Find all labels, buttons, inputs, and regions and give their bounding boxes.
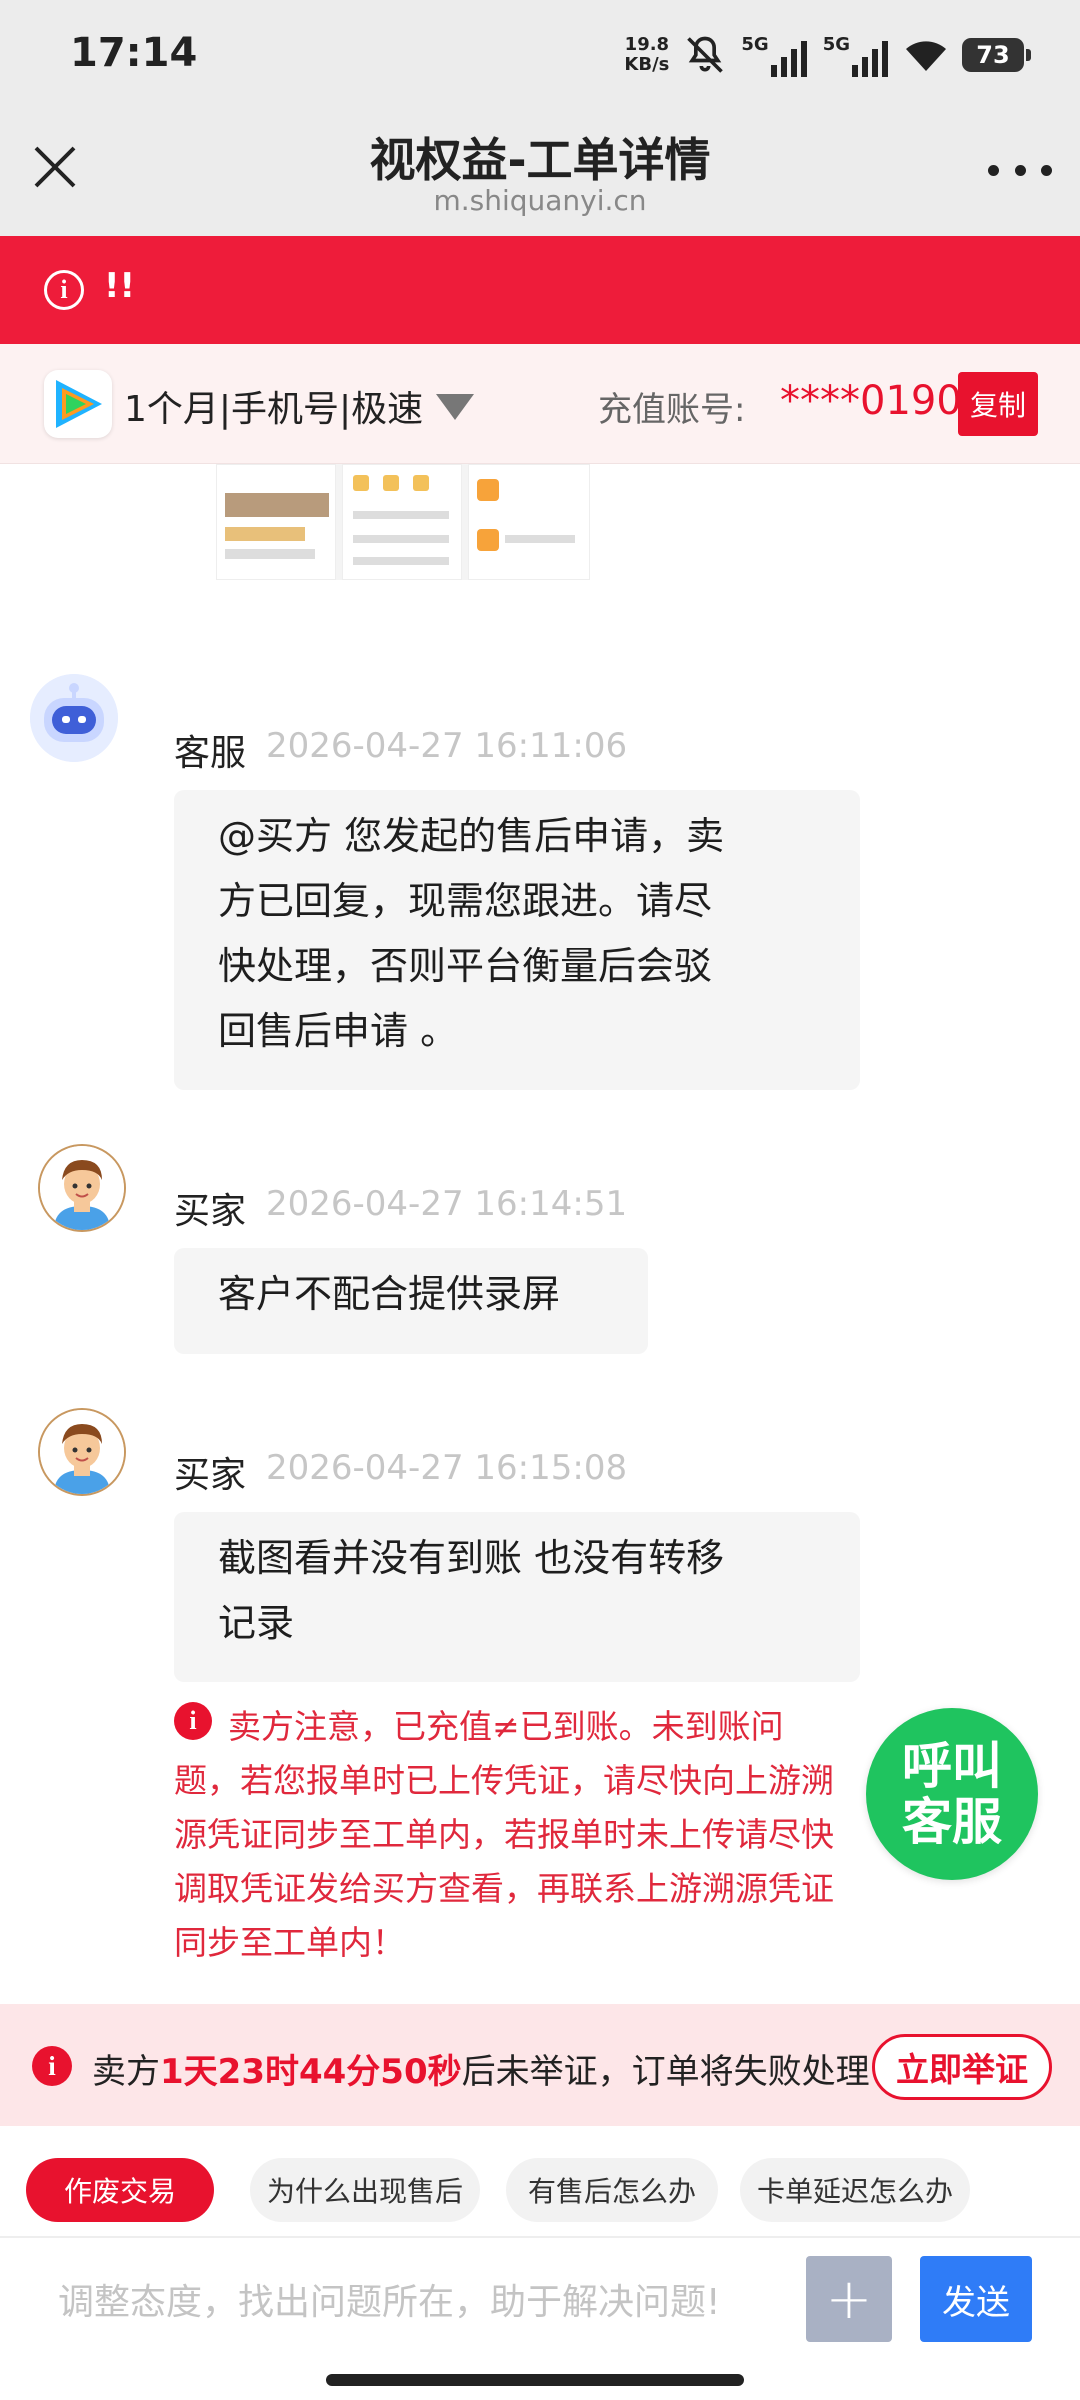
net-speed: 19.8 KB/s [624,35,669,75]
warning-icon: i [174,1702,212,1740]
warning-text: 卖方注意，已充值≠已到账。未到账问题，若您报单时已上传凭证，请尽快向上游溯源凭证… [174,1707,834,1962]
message-line: 截图看并没有到账 也没有转移 [218,1536,725,1580]
message-input[interactable] [20,2256,790,2348]
message-line: 回售后申请 。 [218,1009,459,1053]
status-time: 17:14 [70,30,198,76]
product-name[interactable]: 1个月|手机号|极速 [124,380,423,432]
title-bar: 视权益-工单详情 m.shiquanyi.cn [0,110,1080,236]
wifi-icon [906,41,946,71]
chip-delay-how[interactable]: 卡单延迟怎么办 [740,2158,970,2222]
more-menu-icon[interactable] [988,150,1052,190]
page-title: 视权益-工单详情 [369,133,711,187]
message-line: 客户不配合提供录屏 [218,1272,561,1316]
mute-bell-icon [687,36,724,73]
buyer-avatar [38,1408,126,1496]
dropdown-caret-icon[interactable] [436,394,474,420]
chip-void-trade[interactable]: 作废交易 [26,2158,214,2222]
chip-after-sale-how[interactable]: 有售后怎么办 [506,2158,718,2222]
message-input-bar: + 发送 [0,2236,1080,2362]
countdown-text: 卖方1天23时44分50秒后未举证，订单将失败处理 [92,2044,870,2093]
copy-button[interactable]: 复制 [958,372,1038,436]
chip-why-after-sale[interactable]: 为什么出现售后 [250,2158,480,2222]
buyer-avatar [38,1144,126,1232]
call-service-line1: 呼叫 [902,1737,1002,1795]
call-service-line2: 客服 [902,1793,1002,1851]
call-service-button[interactable]: 呼叫 客服 [866,1708,1038,1880]
home-indicator[interactable] [326,2374,744,2386]
status-icons: 19.8 KB/s 5G 5G 73 [624,30,1031,80]
plus-button[interactable]: + [806,2256,892,2342]
quick-reply-chips: 作废交易 为什么出现售后 有售后怎么办 卡单延迟怎么办 [0,2126,1080,2236]
battery-icon: 73 [962,38,1031,72]
page-url: m.shiquanyi.cn [433,184,647,217]
status-bar: 17:14 19.8 KB/s 5G 5G 73 [0,0,1080,110]
alert-banner: i !! [0,236,1080,344]
info-icon: i [44,270,84,310]
seller-warning: i 卖方注意，已充值≠已到账。未到账问题，若您报单时已上传凭证，请尽快向上游溯源… [174,1700,844,1970]
message-line: @买方 您发起的售后申请，卖 [218,814,725,858]
message-sender: 客服 [174,733,247,774]
message-time: 2026-04-27 16:14:51 [266,1184,628,1224]
sim1-label: 5G [741,33,769,55]
screenshot-thumbnail[interactable] [216,464,590,580]
message-sender: 买家 [174,1455,247,1496]
message-line: 方已回复，现需您跟进。请尽 [218,879,713,923]
robot-avatar [30,674,118,762]
message-bubble: @买方 您发起的售后申请，卖 方已回复，现需您跟进。请尽 快处理，否则平台衡量后… [174,790,860,1090]
account-value: ****0190 [780,378,962,424]
net-speed-unit: KB/s [624,54,670,75]
countdown-bar: i 卖方1天23时44分50秒后未举证，订单将失败处理 立即举证 [0,2004,1080,2126]
product-bar: 1个月|手机号|极速 充值账号: ****0190 复制 [0,344,1080,464]
product-logo [44,370,112,438]
sim2-label: 5G [822,33,850,55]
countdown-remaining: 1天23时44分50秒 [160,2052,462,2092]
message-bubble: 客户不配合提供录屏 [174,1248,648,1354]
video-app-logo-icon [56,380,102,428]
countdown-prefix: 卖方 [92,2052,160,2092]
countdown-suffix: 后未举证，订单将失败处理 [461,2052,870,2092]
send-button[interactable]: 发送 [920,2256,1032,2342]
message-bubble: 截图看并没有到账 也没有转移 记录 [174,1512,860,1682]
net-speed-value: 19.8 [624,34,670,55]
signal-sim1-icon: 5G [741,34,808,77]
signal-sim2-icon: 5G [823,34,890,77]
message-line: 快处理，否则平台衡量后会驳 [218,944,713,988]
message-time: 2026-04-27 16:15:08 [266,1448,628,1488]
account-label: 充值账号: [598,390,746,430]
alert-icon: i [32,2046,72,2086]
thumbnail-panel [216,464,336,580]
thumbnail-panel [468,464,590,580]
message-time: 2026-04-27 16:11:06 [266,726,628,766]
message-sender: 买家 [174,1191,247,1232]
report-now-button[interactable]: 立即举证 [872,2034,1052,2100]
alert-text: !! [104,266,136,306]
message-line: 记录 [218,1601,295,1645]
thumbnail-panel [342,464,462,580]
